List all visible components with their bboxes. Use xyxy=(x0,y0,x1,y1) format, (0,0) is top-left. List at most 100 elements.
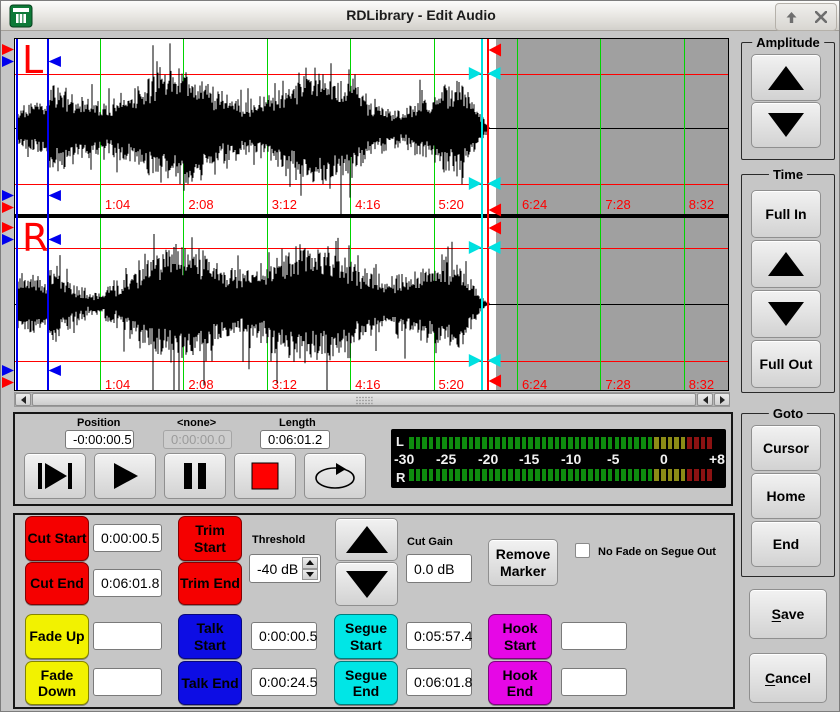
talk-start-marker-line[interactable] xyxy=(16,39,18,390)
meter-segment xyxy=(568,469,573,481)
pause-button[interactable] xyxy=(164,453,226,499)
meter-segment xyxy=(442,469,447,481)
hook-end-button[interactable]: Hook End xyxy=(488,661,552,705)
segue-start-button[interactable]: Segue Start xyxy=(334,614,398,659)
meter-left-label: L xyxy=(396,434,404,449)
talk-start-value: 0:00:00.5 xyxy=(251,622,317,650)
amplitude-up-button[interactable] xyxy=(751,54,821,101)
meter-segment xyxy=(409,437,414,449)
scroll-step-right-button[interactable] xyxy=(714,393,730,406)
meter-right-label: R xyxy=(396,470,405,485)
meter-segment xyxy=(621,469,626,481)
time-full-out-button[interactable]: Full Out xyxy=(751,340,821,388)
meter-segment xyxy=(707,469,712,481)
meter-segment xyxy=(581,437,586,449)
talk-start-button[interactable]: Talk Start xyxy=(178,614,242,659)
cut-start-value: 0:00:00.5 xyxy=(93,524,162,552)
trim-start-button[interactable]: Trim Start xyxy=(178,516,242,561)
cut-end-value: 0:06:01.8 xyxy=(93,569,162,597)
fade-up-value xyxy=(93,622,162,650)
meter-segment xyxy=(674,437,679,449)
cut-start-handle[interactable] xyxy=(2,44,14,55)
spin-down-icon xyxy=(306,572,314,577)
play-from-start-button[interactable] xyxy=(24,453,86,499)
meter-segment xyxy=(489,437,494,449)
titlebar-buttons xyxy=(775,3,837,31)
meter-segment xyxy=(495,437,500,449)
threshold-spinbox[interactable]: -40 dB xyxy=(249,554,321,583)
meter-segment xyxy=(475,469,480,481)
scroll-left-button[interactable] xyxy=(15,393,31,406)
cut-start-handle[interactable] xyxy=(2,377,14,388)
spin-up-icon xyxy=(306,560,314,565)
waveform-scrollbar[interactable] xyxy=(14,392,730,407)
amplitude-group-title: Amplitude xyxy=(752,35,824,50)
cut-start-handle[interactable] xyxy=(2,222,14,233)
time-full-in-button[interactable]: Full In xyxy=(751,190,821,238)
scroll-step-left-button[interactable] xyxy=(697,393,713,406)
gain-up-button[interactable] xyxy=(335,518,398,561)
goto-end-button[interactable]: End xyxy=(751,521,821,567)
meter-segment xyxy=(535,437,540,449)
meter-segment xyxy=(508,437,513,449)
talk-start-handle[interactable] xyxy=(2,56,14,67)
meter-segment xyxy=(687,469,692,481)
cut-start-button[interactable]: Cut Start xyxy=(25,516,89,561)
goto-home-button[interactable]: Home xyxy=(751,473,821,519)
scrollbar-thumb[interactable] xyxy=(32,393,696,406)
cut-end-marker-line[interactable] xyxy=(487,39,489,390)
play-button[interactable] xyxy=(94,453,156,499)
meter-segment xyxy=(668,437,673,449)
talk-end-marker-line[interactable] xyxy=(47,39,49,390)
meter-segment xyxy=(422,469,427,481)
loop-button[interactable] xyxy=(304,453,366,499)
meter-segment xyxy=(429,469,434,481)
shade-button[interactable] xyxy=(776,4,806,30)
save-button[interactable]: Save xyxy=(749,589,827,639)
meter-segment xyxy=(528,469,533,481)
segue-start-marker-line[interactable] xyxy=(481,39,483,390)
meter-segment xyxy=(561,469,566,481)
up-arrow-icon xyxy=(768,66,804,90)
talk-start-handle[interactable] xyxy=(2,190,14,201)
cut-gain-value: 0.0 dB xyxy=(406,554,472,583)
stop-button[interactable] xyxy=(234,453,296,499)
gain-down-button[interactable] xyxy=(335,562,398,606)
segue-end-button[interactable]: Segue End xyxy=(334,661,398,705)
meter-segment xyxy=(648,469,653,481)
left-arrow-icon xyxy=(703,396,708,404)
goto-cursor-button[interactable]: Cursor xyxy=(751,425,821,471)
talk-end-value: 0:00:24.5 xyxy=(251,668,317,696)
meter-segment xyxy=(595,437,600,449)
spin-up-button[interactable] xyxy=(302,557,318,569)
up-arrow-icon xyxy=(768,252,804,276)
cancel-button[interactable]: Cancel xyxy=(749,653,827,703)
remove-marker-button[interactable]: Remove Marker xyxy=(488,539,558,586)
time-zoom-out-button[interactable] xyxy=(751,290,821,338)
meter-segment xyxy=(681,469,686,481)
cut-start-handle[interactable] xyxy=(2,202,14,213)
threshold-value: -40 dB xyxy=(257,561,298,577)
time-zoom-in-button[interactable] xyxy=(751,240,821,288)
waveform-display[interactable]: 1:041:042:082:083:123:124:164:165:205:20… xyxy=(14,38,729,391)
threshold-spin-buttons[interactable] xyxy=(302,557,318,580)
talk-start-handle[interactable] xyxy=(2,234,14,245)
fade-down-button[interactable]: Fade Down xyxy=(25,661,89,705)
segue-end-value: 0:06:01.8 xyxy=(406,668,472,696)
meter-segment xyxy=(522,437,527,449)
fade-up-button[interactable]: Fade Up xyxy=(25,614,89,659)
spin-down-button[interactable] xyxy=(302,569,318,581)
trim-end-button[interactable]: Trim End xyxy=(178,562,242,605)
hook-start-button[interactable]: Hook Start xyxy=(488,614,552,659)
play-from-start-icon xyxy=(35,461,75,491)
pause-icon xyxy=(181,461,209,491)
amplitude-down-button[interactable] xyxy=(751,102,821,148)
close-button[interactable] xyxy=(806,4,836,30)
meter-segment xyxy=(548,469,553,481)
cut-end-button[interactable]: Cut End xyxy=(25,562,89,605)
no-fade-checkbox[interactable] xyxy=(575,543,590,558)
talk-end-button[interactable]: Talk End xyxy=(178,661,242,705)
meter-segment xyxy=(409,469,414,481)
talk-start-handle[interactable] xyxy=(2,365,14,376)
meter-segment xyxy=(482,437,487,449)
